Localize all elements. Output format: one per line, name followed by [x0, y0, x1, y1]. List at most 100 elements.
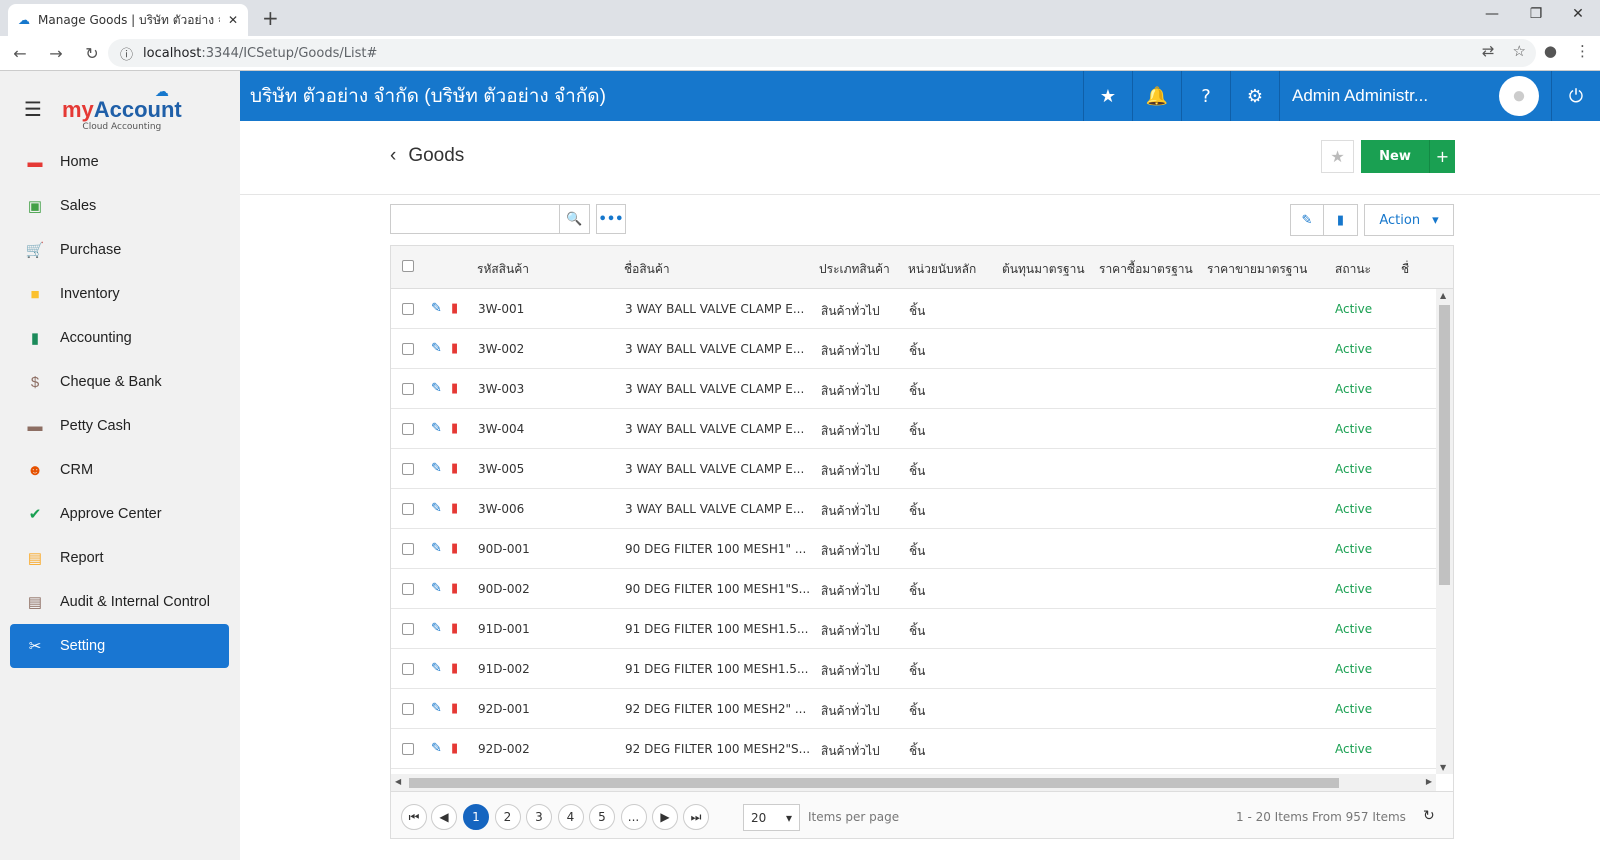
- info-icon[interactable]: ⓘ: [120, 44, 133, 63]
- sidebar-item-petty-cash[interactable]: ▬ Petty Cash: [10, 404, 229, 448]
- bell-icon[interactable]: 🔔: [1132, 71, 1181, 121]
- row-checkbox[interactable]: [402, 303, 414, 315]
- sidebar-item-accounting[interactable]: ▮ Accounting: [10, 316, 229, 360]
- table-row[interactable]: ✎ ▮ 91D-002 91 DEG FILTER 100 MESH1.5... สิน…: [391, 649, 1436, 689]
- scroll-up-icon[interactable]: ▲: [1440, 291, 1446, 300]
- page-button[interactable]: 4: [557, 804, 584, 830]
- column-header[interactable]: ราคาขายมาตรฐาน: [1207, 260, 1307, 279]
- edit-selected-button[interactable]: ✎: [1290, 204, 1324, 236]
- avatar[interactable]: ●: [1499, 76, 1539, 116]
- forward-icon[interactable]: →: [40, 44, 72, 63]
- first-page-button[interactable]: ⏮: [401, 804, 427, 830]
- vertical-scroll-thumb[interactable]: [1439, 305, 1450, 585]
- search-input[interactable]: [390, 204, 560, 234]
- sidebar-item-cheque-bank[interactable]: $ Cheque & Bank: [10, 360, 229, 404]
- delete-trash-icon[interactable]: ▮: [451, 581, 458, 596]
- column-header[interactable]: สถานะ: [1335, 260, 1371, 279]
- table-row[interactable]: ✎ ▮ 3W-006 3 WAY BALL VALVE CLAMP E... สินค้…: [391, 489, 1436, 529]
- edit-pencil-icon[interactable]: ✎: [431, 541, 442, 556]
- sidebar-item-home[interactable]: ▬ Home: [10, 140, 229, 184]
- delete-trash-icon[interactable]: ▮: [451, 661, 458, 676]
- close-window-icon[interactable]: ✕: [1556, 6, 1600, 22]
- prev-page-button[interactable]: ◀: [431, 804, 457, 830]
- table-row[interactable]: ✎ ▮ 3W-003 3 WAY BALL VALVE CLAMP E... สินค้…: [391, 369, 1436, 409]
- row-checkbox[interactable]: [402, 543, 414, 555]
- delete-trash-icon[interactable]: ▮: [451, 301, 458, 316]
- table-row[interactable]: ✎ ▮ 92D-001 92 DEG FILTER 100 MESH2" ... สิน…: [391, 689, 1436, 729]
- table-row[interactable]: ✎ ▮ 90D-002 90 DEG FILTER 100 MESH1"S... สิน…: [391, 569, 1436, 609]
- row-checkbox[interactable]: [402, 343, 414, 355]
- sidebar-item-approve-center[interactable]: ✔ Approve Center: [10, 492, 229, 536]
- more-options-button[interactable]: •••: [596, 204, 626, 234]
- row-checkbox[interactable]: [402, 423, 414, 435]
- refresh-icon[interactable]: ↻: [1423, 808, 1435, 824]
- sidebar-item-purchase[interactable]: 🛒 Purchase: [10, 228, 229, 272]
- favorite-button[interactable]: ★: [1321, 140, 1354, 173]
- translate-icon[interactable]: ⇄: [1482, 42, 1495, 60]
- page-button[interactable]: 3: [526, 804, 552, 830]
- delete-trash-icon[interactable]: ▮: [451, 501, 458, 516]
- select-all-checkbox[interactable]: [402, 260, 414, 272]
- delete-trash-icon[interactable]: ▮: [451, 421, 458, 436]
- new-button[interactable]: New: [1361, 140, 1429, 173]
- power-icon[interactable]: ⏻: [1551, 71, 1600, 121]
- new-dropdown-plus-icon[interactable]: +: [1429, 140, 1455, 173]
- delete-trash-icon[interactable]: ▮: [451, 341, 458, 356]
- table-row[interactable]: ✎ ▮ 3W-002 3 WAY BALL VALVE CLAMP E... สินค้…: [391, 329, 1436, 369]
- action-button[interactable]: Action ▾: [1364, 204, 1454, 236]
- delete-trash-icon[interactable]: ▮: [451, 621, 458, 636]
- edit-pencil-icon[interactable]: ✎: [431, 741, 442, 756]
- row-checkbox[interactable]: [402, 503, 414, 515]
- edit-pencil-icon[interactable]: ✎: [431, 621, 442, 636]
- user-menu[interactable]: Admin Administr... ●: [1279, 71, 1551, 121]
- row-checkbox[interactable]: [402, 623, 414, 635]
- delete-trash-icon[interactable]: ▮: [451, 461, 458, 476]
- column-header[interactable]: ชื่: [1401, 260, 1409, 279]
- column-header[interactable]: ประเภทสินค้า: [819, 260, 890, 279]
- per-page-select[interactable]: 20 ▾: [743, 804, 800, 831]
- table-row[interactable]: ✎ ▮ 92D-002 92 DEG FILTER 100 MESH2"S... สิน…: [391, 729, 1436, 769]
- table-row[interactable]: ✎ ▮ 3W-005 3 WAY BALL VALVE CLAMP E... สินค้…: [391, 449, 1436, 489]
- row-checkbox[interactable]: [402, 703, 414, 715]
- sidebar-item-sales[interactable]: ▣ Sales: [10, 184, 229, 228]
- vertical-scrollbar[interactable]: ▲ ▼: [1436, 289, 1453, 774]
- row-checkbox[interactable]: [402, 743, 414, 755]
- restore-icon[interactable]: ❐: [1514, 6, 1558, 22]
- scroll-right-icon[interactable]: ▶: [1426, 777, 1432, 786]
- page-button[interactable]: 5: [589, 804, 615, 830]
- back-icon[interactable]: ←: [4, 44, 36, 63]
- column-header[interactable]: รหัสสินค้า: [477, 260, 529, 279]
- hamburger-icon[interactable]: ☰: [24, 97, 42, 121]
- delete-trash-icon[interactable]: ▮: [451, 701, 458, 716]
- last-page-button[interactable]: ⏭: [683, 804, 709, 830]
- delete-trash-icon[interactable]: ▮: [451, 381, 458, 396]
- minimize-icon[interactable]: —: [1470, 6, 1514, 22]
- page-button[interactable]: 1: [463, 804, 489, 830]
- edit-pencil-icon[interactable]: ✎: [431, 701, 442, 716]
- browser-menu-icon[interactable]: ⋮: [1575, 42, 1590, 60]
- edit-pencil-icon[interactable]: ✎: [431, 501, 442, 516]
- edit-pencil-icon[interactable]: ✎: [431, 301, 442, 316]
- page-button[interactable]: ...: [620, 804, 647, 830]
- table-row[interactable]: ✎ ▮ 90D-001 90 DEG FILTER 100 MESH1" ... สิน…: [391, 529, 1436, 569]
- edit-pencil-icon[interactable]: ✎: [431, 341, 442, 356]
- scroll-down-icon[interactable]: ▼: [1440, 763, 1446, 772]
- favorites-star-icon[interactable]: ★: [1083, 71, 1132, 121]
- browser-tab[interactable]: ☁ Manage Goods | บริษัท ตัวอย่าง จำกัด ✕: [8, 4, 248, 36]
- horizontal-scroll-thumb[interactable]: [409, 778, 1339, 788]
- help-icon[interactable]: ?: [1181, 71, 1230, 121]
- new-tab-button[interactable]: +: [262, 6, 279, 30]
- sidebar-item-setting[interactable]: ✂ Setting: [10, 624, 229, 668]
- column-header[interactable]: ราคาซื้อมาตรฐาน: [1099, 260, 1193, 279]
- back-chevron-icon[interactable]: ‹: [390, 145, 396, 167]
- row-checkbox[interactable]: [402, 383, 414, 395]
- edit-pencil-icon[interactable]: ✎: [431, 581, 442, 596]
- edit-pencil-icon[interactable]: ✎: [431, 381, 442, 396]
- row-checkbox[interactable]: [402, 463, 414, 475]
- delete-trash-icon[interactable]: ▮: [451, 541, 458, 556]
- delete-trash-icon[interactable]: ▮: [451, 741, 458, 756]
- page-button[interactable]: 2: [494, 804, 521, 830]
- close-tab-icon[interactable]: ✕: [228, 13, 238, 27]
- column-header[interactable]: ต้นทุนมาตรฐาน: [1002, 260, 1085, 279]
- column-header[interactable]: ชื่อสินค้า: [624, 260, 670, 279]
